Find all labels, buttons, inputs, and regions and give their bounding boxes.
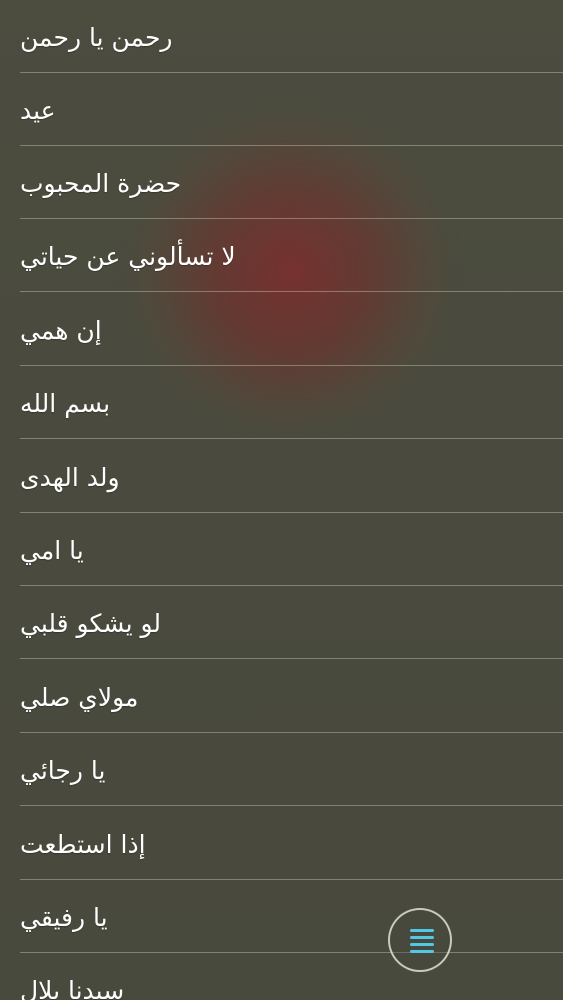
divider <box>20 805 563 806</box>
list-item[interactable]: يا رجائي <box>0 733 563 806</box>
list-item[interactable]: يا امي <box>0 513 563 586</box>
menu-icon <box>410 929 434 955</box>
list-item[interactable]: حضرة المحبوب <box>0 146 563 219</box>
song-title: مولاي صلي <box>20 683 139 712</box>
list-item[interactable]: ولد الهدى <box>0 440 563 513</box>
list-item[interactable]: لا تسألوني عن حياتي <box>0 219 563 292</box>
song-title: ولد الهدى <box>20 463 120 492</box>
song-list[interactable]: رحمن يا رحمن عيد حضرة المحبوب لا تسألوني… <box>0 0 563 1000</box>
divider <box>20 438 563 439</box>
divider <box>20 658 563 659</box>
list-item[interactable]: بسم الله <box>0 366 563 439</box>
song-title: بسم الله <box>20 389 111 418</box>
menu-button[interactable] <box>388 908 452 972</box>
divider <box>20 291 563 292</box>
song-title: لو يشكو قلبي <box>20 609 162 638</box>
list-item[interactable]: رحمن يا رحمن <box>0 0 563 73</box>
song-title: لا تسألوني عن حياتي <box>20 242 236 271</box>
song-title: إذا استطعت <box>20 830 146 859</box>
list-item[interactable]: إن همي <box>0 293 563 366</box>
list-item[interactable]: مولاي صلي <box>0 660 563 733</box>
song-title: يا امي <box>20 536 84 565</box>
song-title: إن همي <box>20 316 102 345</box>
song-title: يا رجائي <box>20 756 106 785</box>
list-item[interactable]: سيدنا بلال <box>0 953 563 1000</box>
song-title: رحمن يا رحمن <box>20 23 173 52</box>
song-title: سيدنا بلال <box>20 976 125 1000</box>
song-title: عيد <box>20 96 56 125</box>
list-item[interactable]: يا رفيقي <box>0 880 563 953</box>
list-item[interactable]: عيد <box>0 73 563 146</box>
song-title: يا رفيقي <box>20 903 108 932</box>
song-title: حضرة المحبوب <box>20 169 182 198</box>
list-item[interactable]: إذا استطعت <box>0 807 563 880</box>
list-item[interactable]: لو يشكو قلبي <box>0 586 563 659</box>
